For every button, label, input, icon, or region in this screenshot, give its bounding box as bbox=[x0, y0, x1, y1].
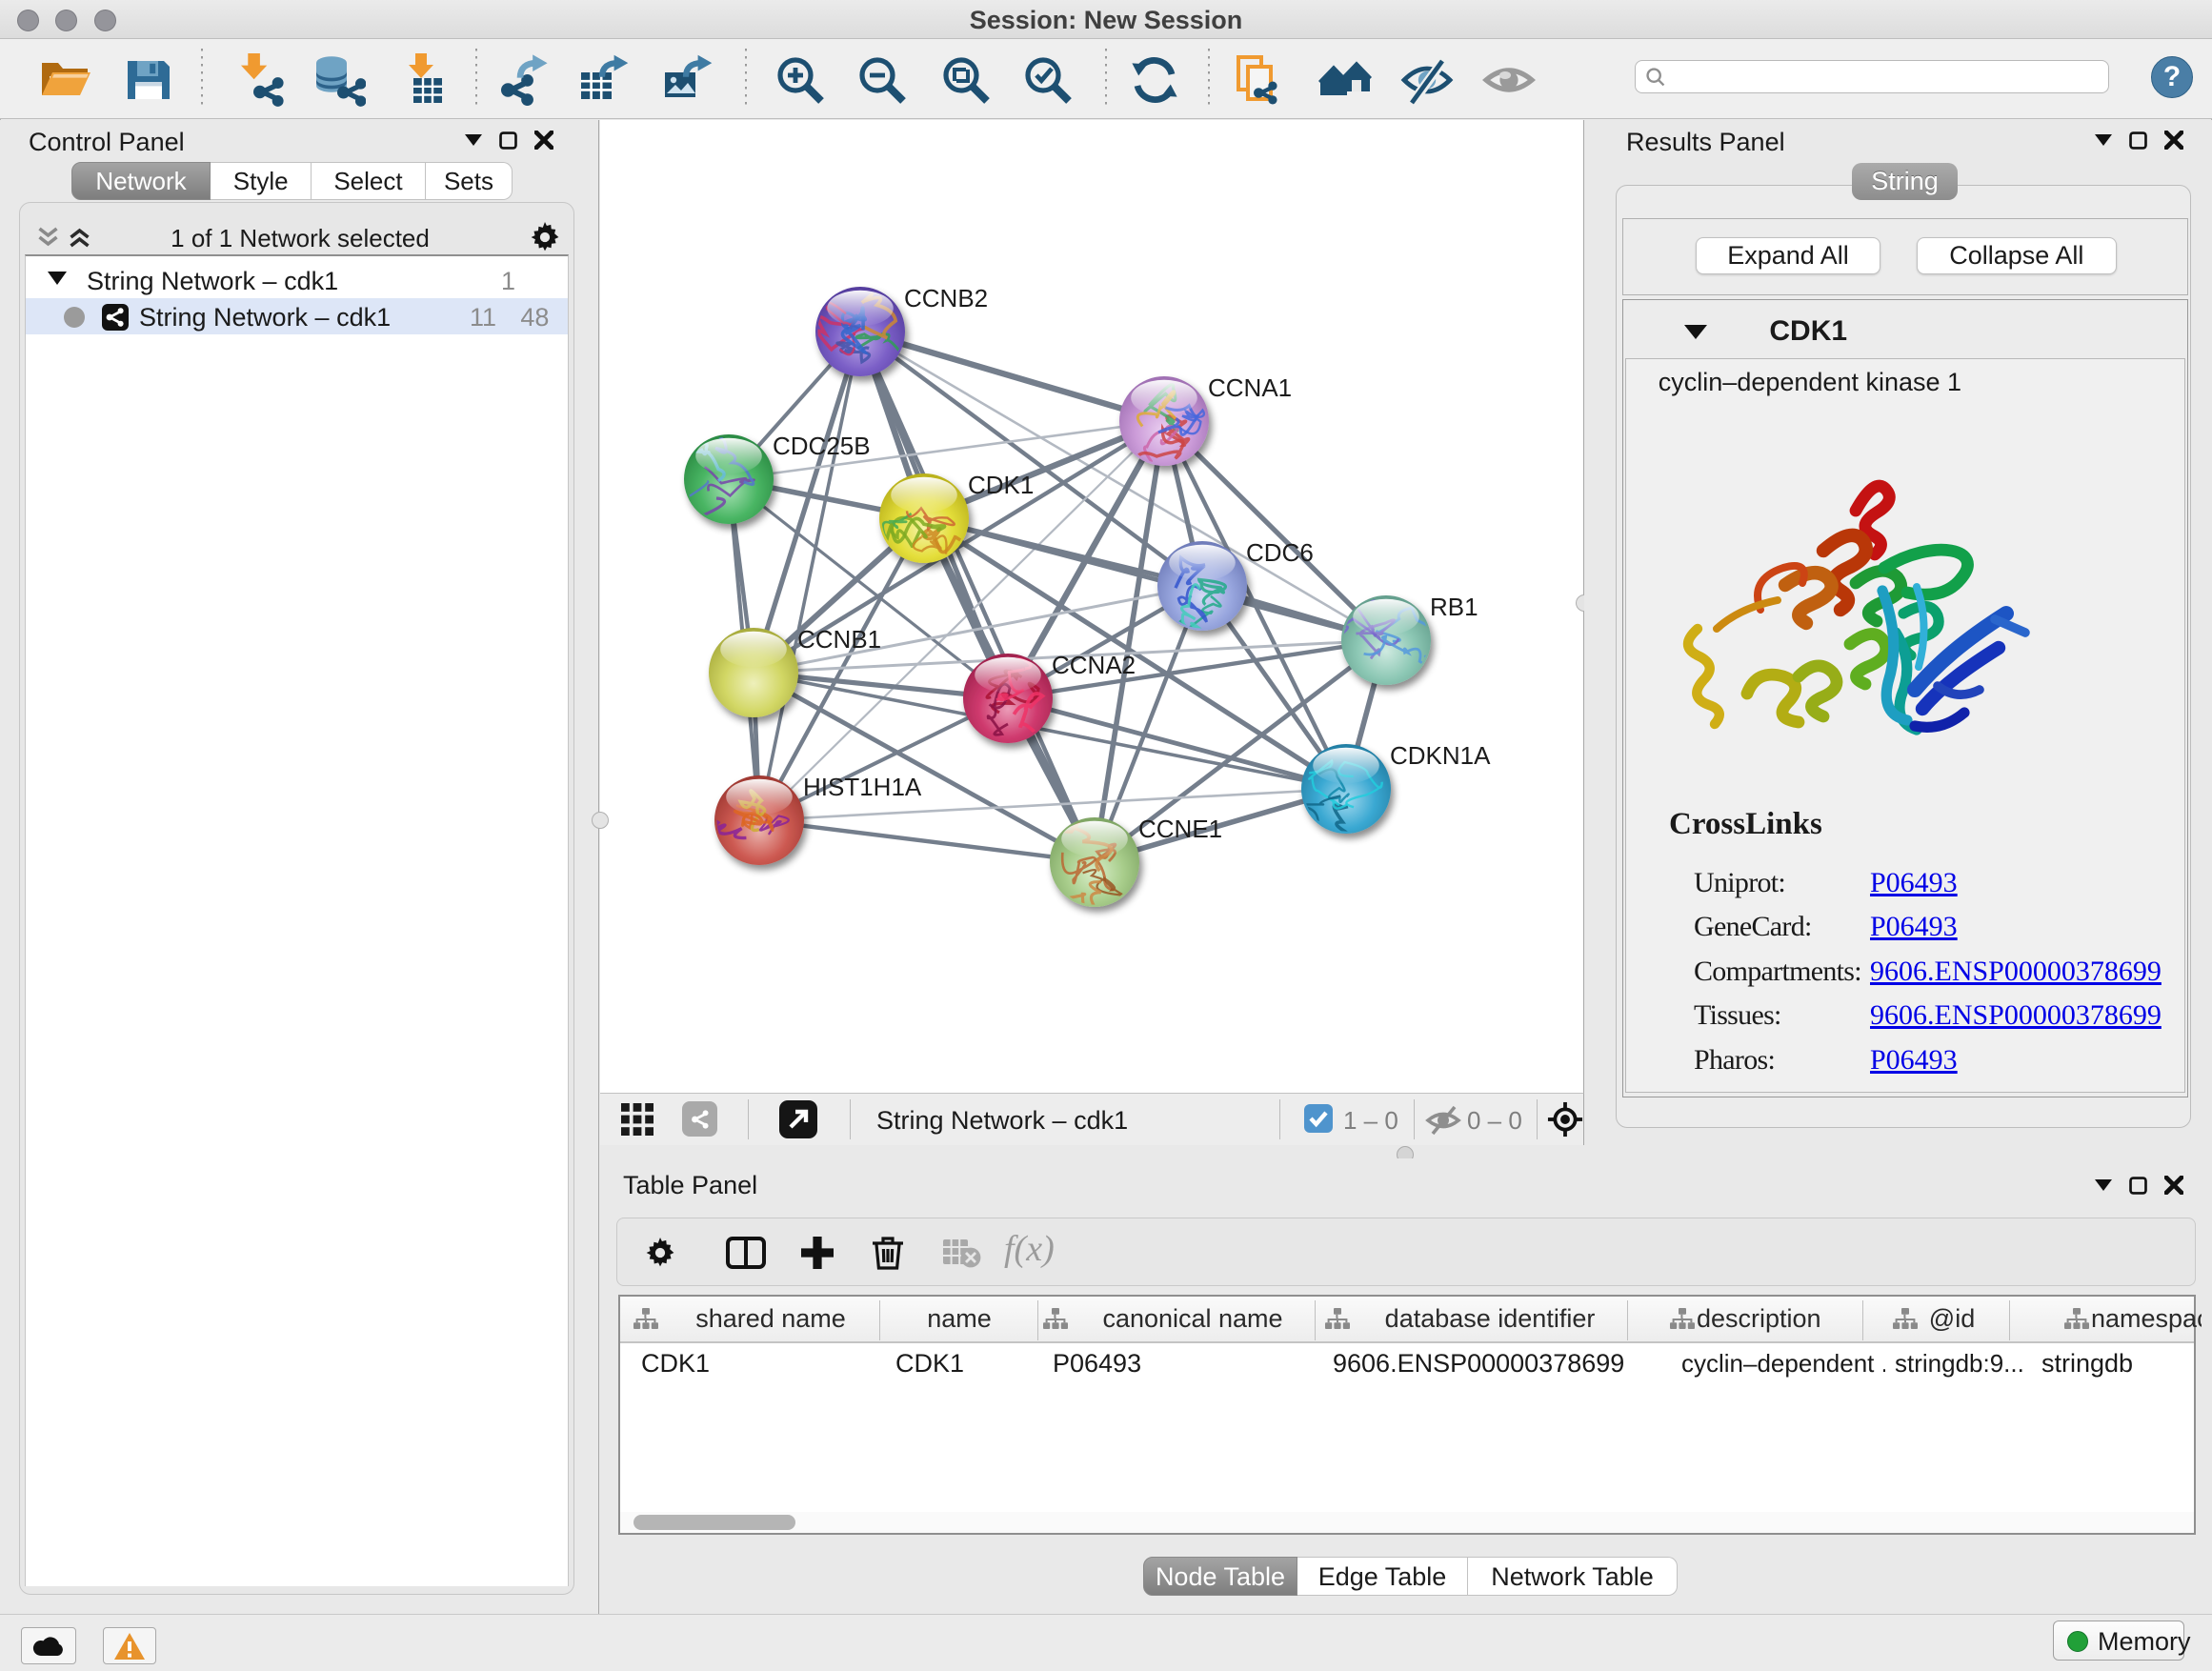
svg-text:CCNE1: CCNE1 bbox=[1138, 815, 1222, 843]
svg-text:CCNB2: CCNB2 bbox=[904, 284, 988, 312]
svg-text:RB1: RB1 bbox=[1430, 593, 1478, 621]
svg-text:CDC25B: CDC25B bbox=[773, 432, 871, 460]
svg-text:HIST1H1A: HIST1H1A bbox=[803, 773, 922, 801]
svg-text:CDKN1A: CDKN1A bbox=[1390, 741, 1491, 770]
svg-text:CCNA2: CCNA2 bbox=[1052, 651, 1136, 679]
svg-text:CDC6: CDC6 bbox=[1246, 538, 1314, 567]
svg-text:CDK1: CDK1 bbox=[968, 471, 1034, 499]
svg-text:CCNB1: CCNB1 bbox=[797, 625, 881, 654]
svg-text:CCNA1: CCNA1 bbox=[1208, 373, 1292, 402]
